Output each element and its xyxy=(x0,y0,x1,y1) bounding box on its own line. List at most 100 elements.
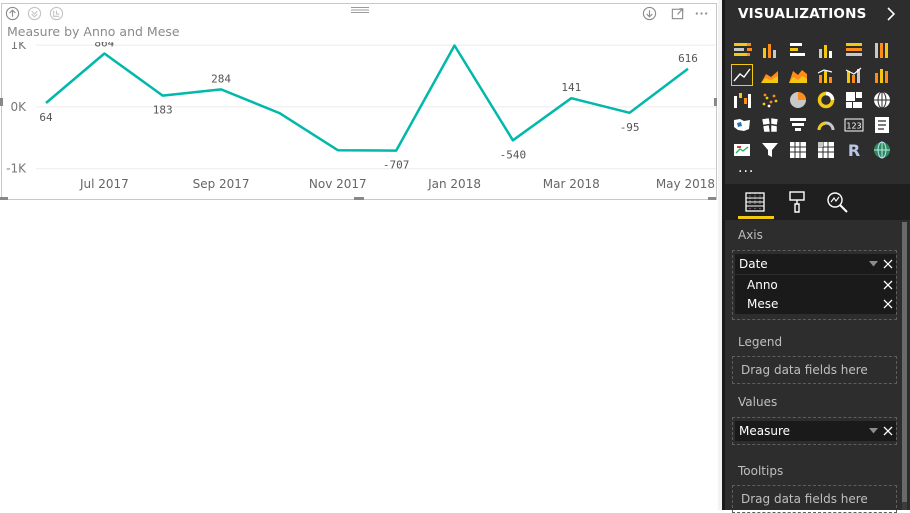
legend-well[interactable]: Drag data fields here xyxy=(732,356,897,384)
remove-field-icon[interactable] xyxy=(883,259,893,269)
gauge-icon[interactable] xyxy=(816,115,836,135)
matrix-icon[interactable] xyxy=(816,140,836,160)
x-tick-label: Sep 2017 xyxy=(193,177,250,191)
resize-handle-bottom-right[interactable] xyxy=(708,197,716,200)
line-chart-visual[interactable]: Measure by Anno and Mese 1K 0K -1K Jul 2017… xyxy=(0,3,717,200)
pie-icon[interactable] xyxy=(788,90,808,110)
resize-handle-bottom-left[interactable] xyxy=(0,197,8,200)
pane-scrollbar-thumb[interactable] xyxy=(902,222,907,502)
x-tick-label: Nov 2017 xyxy=(309,177,367,191)
y-tick-label: 0K xyxy=(10,100,27,114)
funnel-icon[interactable] xyxy=(788,115,808,135)
axis-subfield-label: Mese xyxy=(747,297,779,311)
axis-field-label: Date xyxy=(739,257,768,271)
stacked-area-icon[interactable] xyxy=(788,65,808,85)
100-stacked-column-icon[interactable] xyxy=(872,40,892,60)
values-field-measure[interactable]: Measure xyxy=(735,421,896,441)
more-visuals-button[interactable]: ... xyxy=(738,160,754,176)
tooltips-well[interactable]: Drag data fields here xyxy=(732,485,897,513)
line-chart-icon[interactable] xyxy=(731,64,753,86)
axis-subfield-label: Anno xyxy=(747,278,778,292)
card-icon[interactable]: 123 xyxy=(844,115,864,135)
pane-tabs xyxy=(722,184,910,220)
analytics-tab-icon[interactable] xyxy=(824,189,850,215)
drill-up-icon[interactable] xyxy=(5,6,20,21)
x-tick-label: Jan 2018 xyxy=(427,177,481,191)
svg-text:123: 123 xyxy=(846,122,861,131)
collapse-chevron-icon[interactable] xyxy=(885,6,897,22)
pane-scrollbar[interactable] xyxy=(902,222,907,510)
data-label: 284 xyxy=(211,72,231,85)
data-label: -540 xyxy=(500,148,527,161)
values-label: Values xyxy=(738,395,778,409)
data-label: -95 xyxy=(620,121,640,134)
resize-handle-left[interactable] xyxy=(0,98,3,106)
drag-grip-icon[interactable] xyxy=(351,6,369,14)
series-line xyxy=(45,44,689,152)
line-stacked-column-icon[interactable] xyxy=(844,65,864,85)
stacked-column-icon[interactable] xyxy=(760,40,780,60)
active-tab-indicator xyxy=(738,216,774,219)
data-label: 183 xyxy=(153,104,173,117)
line-chart[interactable]: 1K 0K -1K Jul 2017 Sep 2017 Nov 2017 Jan 2018 M… xyxy=(2,42,716,192)
x-tick-label: Mar 2018 xyxy=(543,177,600,191)
ribbon-chart-icon[interactable] xyxy=(872,65,892,85)
data-label: 141 xyxy=(561,81,581,94)
visual-title: Measure by Anno and Mese xyxy=(7,24,180,39)
axis-subfield-row[interactable]: Anno xyxy=(735,275,896,295)
remove-field-icon[interactable] xyxy=(883,426,893,436)
100-stacked-bar-icon[interactable] xyxy=(844,40,864,60)
visualizations-pane: VISUALIZATIONS 123 R ... Axis Date Anno … xyxy=(722,0,910,513)
globe-icon[interactable] xyxy=(872,140,892,160)
scatter-icon[interactable] xyxy=(760,90,780,110)
table-icon[interactable] xyxy=(788,140,808,160)
waterfall-icon[interactable] xyxy=(732,90,752,110)
shape-map-icon[interactable] xyxy=(760,115,780,135)
chevron-down-icon[interactable] xyxy=(869,428,878,434)
chevron-down-icon[interactable] xyxy=(869,261,878,267)
legend-drop-hint: Drag data fields here xyxy=(741,363,868,377)
kpi-icon[interactable] xyxy=(732,140,752,160)
expand-next-level-icon[interactable] xyxy=(49,6,64,21)
resize-handle-bottom[interactable] xyxy=(354,197,364,200)
slicer-icon[interactable] xyxy=(760,140,780,160)
axis-field-date[interactable]: Date xyxy=(735,254,896,274)
x-tick-label: May 2018 xyxy=(656,177,715,191)
format-tab-icon[interactable] xyxy=(784,189,810,215)
pane-divider xyxy=(722,0,725,510)
line-clustered-column-icon[interactable] xyxy=(816,65,836,85)
data-label: 864 xyxy=(94,42,114,49)
multi-row-card-icon[interactable] xyxy=(872,115,892,135)
filled-map-icon[interactable] xyxy=(732,115,752,135)
axis-label: Axis xyxy=(738,228,763,242)
drill-mode-icon[interactable] xyxy=(642,6,657,21)
tooltips-drop-hint: Drag data fields here xyxy=(741,492,868,506)
remove-field-icon[interactable] xyxy=(883,280,893,290)
drill-down-all-icon[interactable] xyxy=(27,6,42,21)
donut-icon[interactable] xyxy=(816,90,836,110)
data-label: -707 xyxy=(383,159,410,172)
values-field-label: Measure xyxy=(739,424,790,438)
clustered-bar-icon[interactable] xyxy=(788,40,808,60)
stacked-bar-icon[interactable] xyxy=(732,40,752,60)
r-visual-icon[interactable]: R xyxy=(844,140,864,160)
resize-handle-right[interactable] xyxy=(714,98,717,106)
y-tick-label: 1K xyxy=(10,42,27,52)
area-chart-icon[interactable] xyxy=(760,65,780,85)
pane-title: VISUALIZATIONS xyxy=(738,6,867,22)
treemap-icon[interactable] xyxy=(844,90,864,110)
axis-subfield-row[interactable]: Mese xyxy=(735,294,896,314)
remove-field-icon[interactable] xyxy=(883,299,893,309)
data-label: 64 xyxy=(39,111,53,124)
clustered-column-icon[interactable] xyxy=(816,40,836,60)
svg-text:R: R xyxy=(848,141,860,160)
report-canvas: Measure by Anno and Mese 1K 0K -1K Jul 2017… xyxy=(0,0,722,510)
y-tick-label: -1K xyxy=(6,162,27,176)
axis-well[interactable]: Date Anno Mese xyxy=(732,250,897,320)
focus-mode-icon[interactable] xyxy=(670,6,685,21)
fields-tab-icon[interactable] xyxy=(742,189,768,215)
more-options-icon[interactable] xyxy=(694,6,709,21)
map-icon[interactable] xyxy=(872,90,892,110)
tooltips-label: Tooltips xyxy=(738,464,784,478)
values-well[interactable]: Measure xyxy=(732,417,897,445)
